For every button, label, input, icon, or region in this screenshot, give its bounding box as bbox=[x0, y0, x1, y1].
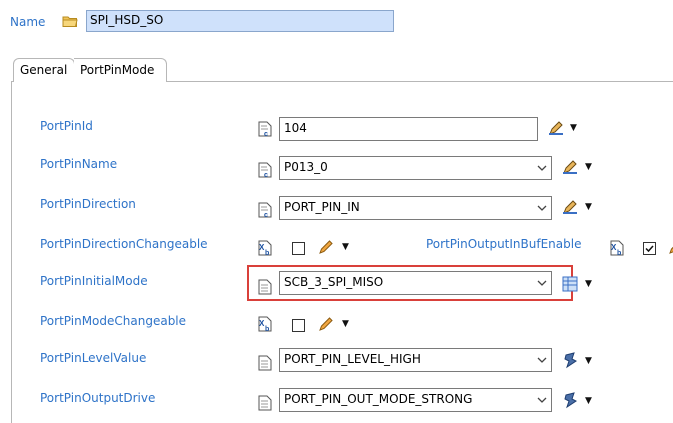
svg-text:b: b bbox=[265, 250, 269, 256]
revert-icon[interactable] bbox=[562, 391, 578, 409]
name-label: Name bbox=[10, 15, 46, 29]
edit-value-icon[interactable] bbox=[547, 119, 565, 137]
tab-general[interactable]: General bbox=[13, 58, 75, 83]
initialmode-value: SCB_3_SPI_MISO bbox=[284, 275, 384, 289]
levelvalue-label: PortPinLevelValue bbox=[40, 351, 147, 365]
directionchangeable-checkbox[interactable] bbox=[292, 242, 305, 255]
outputdrive-value: PORT_PIN_OUT_MODE_STRONG bbox=[284, 392, 473, 406]
caret-down-icon[interactable]: ▼ bbox=[585, 202, 592, 212]
caret-down-icon[interactable]: ▼ bbox=[585, 279, 592, 289]
chevron-down-icon[interactable] bbox=[536, 203, 548, 213]
caret-down-icon[interactable]: ▼ bbox=[570, 123, 577, 133]
directionchangeable-label: PortPinDirectionChangeable bbox=[40, 237, 208, 251]
portpinid-label: PortPinId bbox=[40, 119, 93, 133]
parameter-b-icon: X b bbox=[610, 240, 624, 256]
svg-text:b: b bbox=[265, 326, 269, 332]
outputdrive-label: PortPinOutputDrive bbox=[40, 391, 156, 405]
svg-text:c: c bbox=[264, 212, 268, 218]
chevron-down-icon[interactable] bbox=[536, 163, 548, 173]
initialmode-dropdown[interactable]: SCB_3_SPI_MISO bbox=[279, 271, 552, 295]
caret-down-icon[interactable]: ▼ bbox=[585, 162, 592, 172]
caret-down-icon[interactable]: ▼ bbox=[342, 319, 349, 329]
portpinname-dropdown[interactable]: P013_0 bbox=[279, 156, 552, 180]
portpindirection-dropdown[interactable]: PORT_PIN_IN bbox=[279, 196, 552, 220]
parameter-doc-icon bbox=[258, 355, 272, 371]
initialmode-label: PortPinInitialMode bbox=[40, 274, 148, 288]
portpinname-label: PortPinName bbox=[40, 157, 118, 171]
svg-text:c: c bbox=[264, 131, 268, 137]
portpindirection-label: PortPinDirection bbox=[40, 197, 136, 211]
parameter-doc-icon bbox=[258, 395, 272, 411]
pencil-icon[interactable] bbox=[318, 239, 334, 255]
caret-down-icon[interactable]: ▼ bbox=[342, 242, 349, 252]
folder-icon bbox=[62, 16, 78, 27]
pencil-icon[interactable] bbox=[318, 316, 334, 332]
portpindirection-value: PORT_PIN_IN bbox=[284, 200, 360, 214]
portpinname-value: P013_0 bbox=[284, 160, 328, 174]
edit-value-icon[interactable] bbox=[561, 158, 579, 176]
levelvalue-value: PORT_PIN_LEVEL_HIGH bbox=[284, 352, 421, 366]
outputinbufenable-checkbox[interactable] bbox=[643, 242, 656, 255]
chevron-down-icon[interactable] bbox=[536, 395, 548, 405]
chevron-down-icon[interactable] bbox=[536, 355, 548, 365]
edit-value-icon[interactable] bbox=[561, 198, 579, 216]
revert-icon[interactable] bbox=[562, 351, 578, 369]
parameter-c-icon: c bbox=[258, 121, 272, 137]
parameter-b-icon: X b bbox=[258, 240, 272, 256]
modechangeable-checkbox[interactable] bbox=[292, 319, 305, 332]
caret-down-icon[interactable]: ▼ bbox=[585, 356, 592, 366]
parameter-b-icon: X b bbox=[258, 316, 272, 332]
name-field[interactable]: SPI_HSD_SO bbox=[86, 10, 394, 32]
caret-down-icon[interactable]: ▼ bbox=[585, 396, 592, 406]
chevron-down-icon[interactable] bbox=[536, 278, 548, 288]
svg-text:b: b bbox=[617, 250, 621, 256]
outputdrive-dropdown[interactable]: PORT_PIN_OUT_MODE_STRONG bbox=[279, 388, 552, 412]
tab-portpinmode[interactable]: PortPinMode bbox=[74, 58, 167, 82]
svg-text:c: c bbox=[264, 172, 268, 178]
modechangeable-label: PortPinModeChangeable bbox=[40, 314, 187, 328]
pencil-icon[interactable] bbox=[668, 239, 673, 255]
table-icon[interactable] bbox=[561, 275, 579, 293]
parameter-c-icon: c bbox=[258, 162, 272, 178]
parameter-c-icon: c bbox=[258, 202, 272, 218]
check-icon bbox=[645, 245, 654, 253]
outputinbufenable-label: PortPinOutputInBufEnable bbox=[426, 237, 582, 251]
levelvalue-dropdown[interactable]: PORT_PIN_LEVEL_HIGH bbox=[279, 348, 552, 372]
parameter-doc-icon bbox=[258, 279, 272, 295]
portpinid-input[interactable]: 104 bbox=[279, 117, 538, 141]
